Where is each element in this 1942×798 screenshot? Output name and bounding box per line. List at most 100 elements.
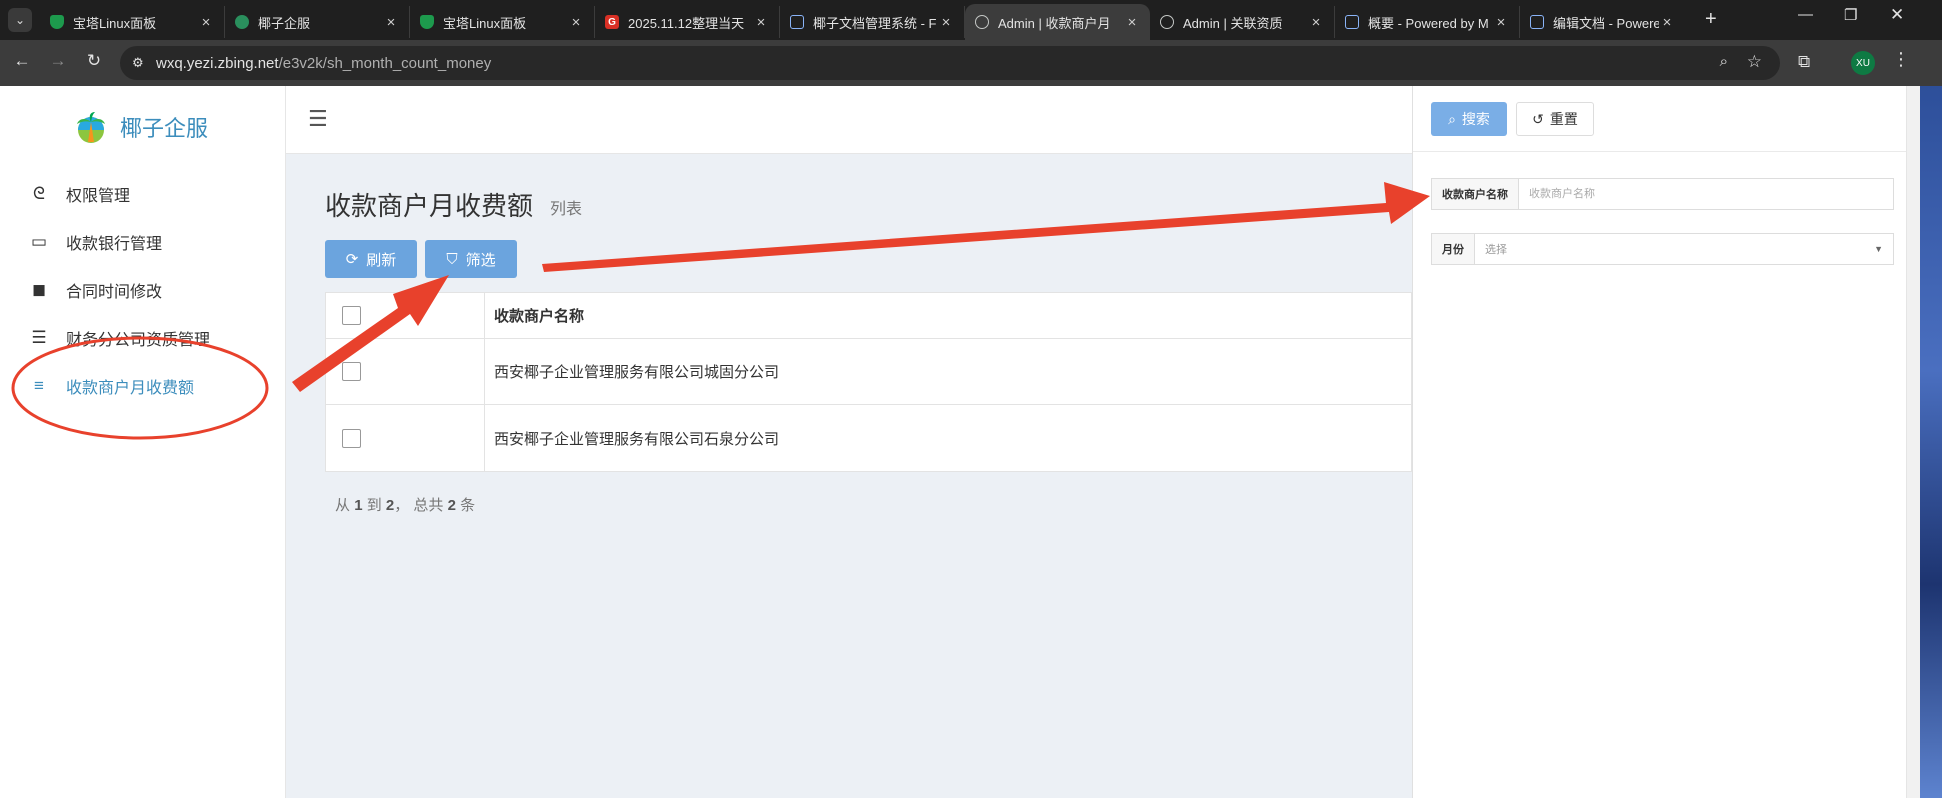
pager-prefix: 从 <box>335 497 351 514</box>
tab-title: 概要 - Powered by M <box>1368 15 1489 31</box>
sidebar-item-bank[interactable]: ▭ 收款银行管理 <box>0 218 286 266</box>
close-tab-icon[interactable]: × <box>198 14 214 31</box>
minimize-window-icon[interactable]: — <box>1798 6 1813 23</box>
browser-tab[interactable]: 概要 - Powered by M × <box>1335 6 1520 38</box>
page-scrollbar[interactable] <box>1906 86 1920 798</box>
bookmark-star-icon[interactable]: ☆ <box>1747 52 1762 72</box>
admin-page: 椰子企服 ᘓ 权限管理 ▭ 收款银行管理 ◼ 合同时间修改 ☰ 财务分公司资质管… <box>0 86 1920 798</box>
browser-tab-active[interactable]: Admin | 收款商户月 × <box>965 4 1150 40</box>
tab-title: 椰子文档管理系统 - F <box>813 15 937 31</box>
browser-tab[interactable]: 椰子企服 × <box>225 6 410 38</box>
extensions-puzzle-icon[interactable]: ⧉ <box>1798 52 1810 72</box>
merchant-name-input[interactable] <box>1519 179 1893 209</box>
sidebar-item-label: 收款银行管理 <box>66 236 163 253</box>
filter-panel: ⌕ 搜索 ↺ 重置 收款商户名称 月份 选择 ▼ <box>1412 86 1907 798</box>
desktop-wallpaper-strip <box>1920 86 1942 798</box>
month-select[interactable]: 选择 ▼ <box>1475 234 1893 264</box>
merchant-table: 收款商户名称 西安椰子企业管理服务有限公司城固分公司 西安椰子企业管理服务有限公… <box>325 292 1412 472</box>
month-select-value: 选择 <box>1485 244 1507 256</box>
tab-title: Admin | 关联资质 <box>1183 15 1283 31</box>
refresh-icon: ⟳ <box>345 251 359 268</box>
tab-title: 宝塔Linux面板 <box>443 15 527 31</box>
close-tab-icon[interactable]: × <box>1493 14 1509 31</box>
page-title: 收款商户月收费额 <box>325 191 534 221</box>
merchant-name-filter: 收款商户名称 <box>1431 178 1894 210</box>
forward-arrow-icon[interactable]: → <box>46 51 70 71</box>
sidebar-item-contract-time[interactable]: ◼ 合同时间修改 <box>0 266 286 314</box>
close-tab-icon[interactable]: × <box>1308 14 1324 31</box>
tab-search-chevron-icon[interactable]: ⌄ <box>8 8 32 32</box>
browser-tab[interactable]: Admin | 关联资质 × <box>1150 6 1335 38</box>
merchant-name-cell: 西安椰子企业管理服务有限公司石泉分公司 <box>494 430 780 448</box>
select-all-checkbox[interactable] <box>342 306 361 325</box>
search-button[interactable]: ⌕ 搜索 <box>1431 102 1507 136</box>
address-url: wxq.yezi.zbing.net/e3v2k/sh_month_count_… <box>156 55 491 72</box>
close-tab-icon[interactable]: × <box>1659 14 1675 31</box>
browser-tab[interactable]: 椰子文档管理系统 - F × <box>780 6 965 38</box>
filter-button[interactable]: ⛉ 筛选 <box>425 240 517 278</box>
back-arrow-icon[interactable]: ← <box>10 51 34 71</box>
sidebar: 椰子企服 ᘓ 权限管理 ▭ 收款银行管理 ◼ 合同时间修改 ☰ 财务分公司资质管… <box>0 86 286 798</box>
reload-icon[interactable]: ↻ <box>82 51 106 71</box>
profile-avatar[interactable]: XU <box>1851 51 1875 75</box>
edit-favicon-icon <box>1530 15 1544 29</box>
credit-card-icon: ▭ <box>30 232 48 251</box>
browser-tab[interactable]: 宝塔Linux面板 × <box>410 6 595 38</box>
close-tab-icon[interactable]: × <box>938 14 954 31</box>
main-content: 收款商户月收费额 列表 ⟳ 刷新 ⛉ 筛选 收款商户名称 西安椰子企业管理服务有… <box>286 154 1412 798</box>
reset-button[interactable]: ↺ 重置 <box>1516 102 1594 136</box>
restore-window-icon[interactable]: ❐ <box>1844 6 1857 24</box>
tab-title: 编辑文档 - Powered <box>1553 15 1659 31</box>
refresh-button-label: 刷新 <box>366 251 397 269</box>
browser-toolbar: ← → ↻ ⚙ wxq.yezi.zbing.net/e3v2k/sh_mont… <box>0 40 1942 86</box>
column-header-merchant-name[interactable]: 收款商户名称 <box>485 293 1411 338</box>
close-window-icon[interactable]: ✕ <box>1890 5 1904 25</box>
indent-list-icon: ☰ <box>31 328 47 347</box>
tab-title: 椰子企服 <box>258 15 311 31</box>
sidebar-item-branch-qualification[interactable]: ☰ 财务分公司资质管理 <box>0 314 286 362</box>
browser-tab[interactable]: 编辑文档 - Powered × <box>1520 6 1685 38</box>
search-icon: ⌕ <box>1448 110 1456 127</box>
table-header-row: 收款商户名称 <box>326 293 1411 339</box>
tab-title: 宝塔Linux面板 <box>73 15 157 31</box>
globe-favicon-icon <box>975 15 989 29</box>
browser-tab[interactable]: 宝塔Linux面板 × <box>40 6 225 38</box>
shield-favicon-icon <box>50 15 64 29</box>
pager-to-word: 到 <box>366 497 382 514</box>
tab-title: 2025.11.12整理当天 <box>628 15 745 31</box>
hamburger-menu-icon[interactable]: ☰ <box>308 106 328 132</box>
edit-favicon-icon <box>790 15 804 29</box>
zoom-magnifier-icon[interactable]: ⌕ <box>1720 53 1728 70</box>
g-favicon-icon: G <box>605 15 619 29</box>
undo-icon: ↺ <box>1532 110 1544 127</box>
address-bar[interactable]: ⚙ wxq.yezi.zbing.net/e3v2k/sh_month_coun… <box>120 46 1780 80</box>
sidebar-item-label: 合同时间修改 <box>66 284 163 301</box>
site-settings-icon[interactable]: ⚙ <box>132 55 148 71</box>
browser-tab[interactable]: G 2025.11.12整理当天 × <box>595 6 780 38</box>
browser-menu-icon[interactable]: ⋮ <box>1892 49 1910 70</box>
sticky-note-icon: ◼ <box>31 280 47 299</box>
brand[interactable]: 椰子企服 <box>74 110 208 144</box>
close-tab-icon[interactable]: × <box>1124 14 1140 31</box>
filter-button-label: 筛选 <box>465 251 496 269</box>
row-checkbox-cell <box>326 405 485 471</box>
refresh-button[interactable]: ⟳ 刷新 <box>325 240 417 278</box>
close-tab-icon[interactable]: × <box>383 14 399 31</box>
row-checkbox[interactable] <box>342 428 361 448</box>
pager-to: 2 <box>385 497 395 514</box>
close-tab-icon[interactable]: × <box>753 14 769 31</box>
table-row: 西安椰子企业管理服务有限公司城固分公司 <box>326 339 1411 405</box>
search-button-label: 搜索 <box>1461 111 1490 127</box>
row-checkbox[interactable] <box>342 362 361 381</box>
sidebar-item-permissions[interactable]: ᘓ 权限管理 <box>0 170 286 218</box>
close-tab-icon[interactable]: × <box>568 14 584 31</box>
new-tab-plus-icon[interactable]: + <box>1705 8 1717 31</box>
brand-name: 椰子企服 <box>120 116 209 141</box>
reset-button-label: 重置 <box>1549 111 1578 127</box>
url-host: wxq.yezi.zbing.net <box>156 55 279 72</box>
edit-favicon-icon <box>1345 15 1359 29</box>
browser-tab-strip: ⌄ 宝塔Linux面板 × 椰子企服 × 宝塔Linux面板 × G 2025.… <box>0 0 1942 40</box>
align-center-icon: ≡ <box>34 376 44 395</box>
sidebar-item-monthly-fees[interactable]: ≡ 收款商户月收费额 <box>0 362 286 410</box>
filter-funnel-icon: ⛉ <box>446 250 458 268</box>
